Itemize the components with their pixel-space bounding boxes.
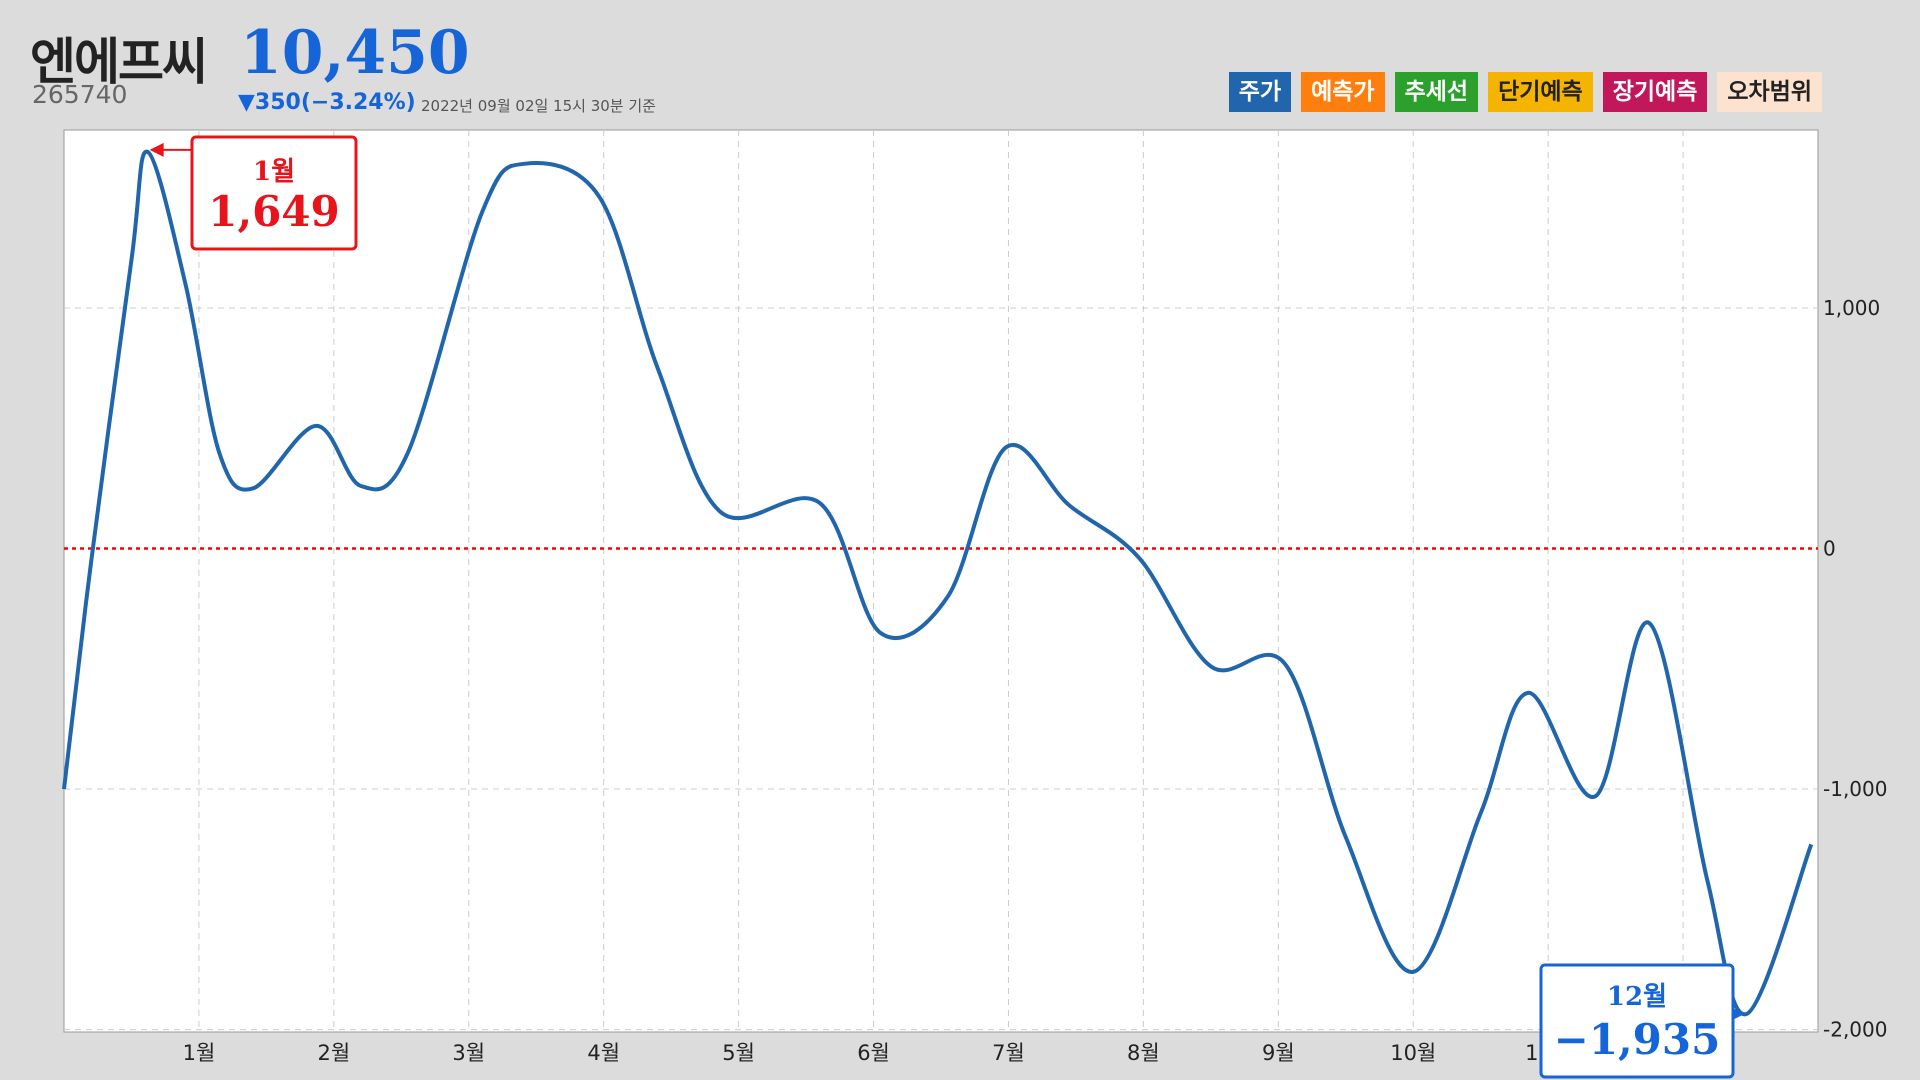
x-tick-label: 9월 — [1262, 1041, 1295, 1065]
x-tick-label: 6월 — [857, 1041, 890, 1065]
max-annotation-month: 1월 — [253, 157, 295, 187]
plot-area — [63, 129, 1819, 1033]
y-tick-label: -2,000 — [1823, 1018, 1887, 1042]
x-tick-label: 5월 — [722, 1041, 755, 1065]
line-chart: 1월2월3월4월5월6월7월8월9월10월11월1,0000-1,000-2,0… — [62, 129, 1887, 1079]
min-annotation-month: 12월 — [1607, 982, 1667, 1012]
max-annotation-value: 1,649 — [208, 187, 340, 236]
x-tick-label: 4월 — [587, 1041, 620, 1065]
y-tick-label: 0 — [1823, 537, 1836, 561]
x-tick-label: 8월 — [1127, 1041, 1160, 1065]
x-tick-label: 10월 — [1390, 1041, 1436, 1065]
x-tick-label: 7월 — [992, 1041, 1025, 1065]
min-annotation-value: −1,935 — [1554, 1015, 1721, 1064]
x-tick-label: 1월 — [183, 1041, 216, 1065]
x-tick-label: 3월 — [452, 1041, 485, 1065]
y-tick-label: 1,000 — [1823, 296, 1880, 320]
y-tick-label: -1,000 — [1823, 777, 1887, 801]
x-tick-label: 2월 — [318, 1041, 351, 1065]
